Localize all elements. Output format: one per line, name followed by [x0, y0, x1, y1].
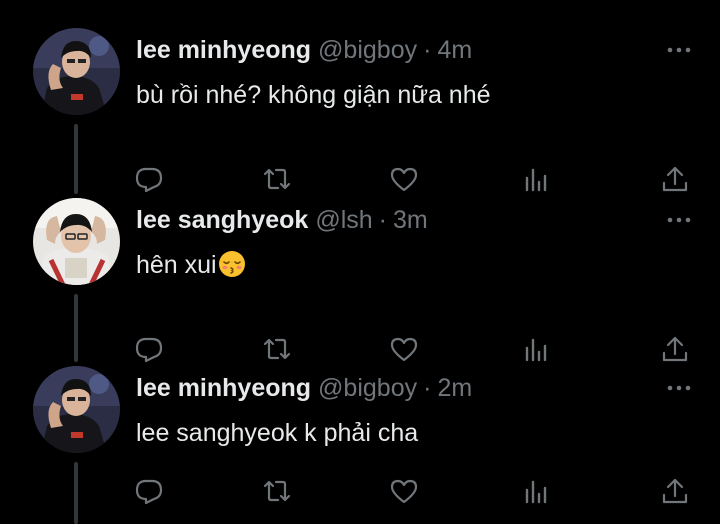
tweet-header: lee minhyeong @bigboy · 4m	[136, 34, 472, 66]
kissing-face-emoji-icon	[218, 250, 246, 278]
avatar[interactable]	[33, 28, 120, 115]
tweet-text: bù rồi nhé? không giận nữa nhé	[136, 78, 491, 112]
tweet-body: bù rồi nhé? không giận nữa nhé	[136, 81, 491, 109]
tweet-header: lee minhyeong @bigboy · 2m	[136, 372, 472, 404]
more-icon[interactable]	[664, 378, 694, 398]
retweet-icon[interactable]	[262, 334, 292, 364]
reply-icon[interactable]	[134, 476, 164, 506]
user-handle[interactable]: @bigboy	[318, 374, 417, 402]
tweet[interactable]: lee minhyeong @bigboy · 4m bù rồi nhé? khôn…	[0, 28, 720, 198]
tweet-text: hên xui	[136, 248, 246, 282]
heart-icon[interactable]	[389, 476, 419, 506]
retweet-icon[interactable]	[262, 476, 292, 506]
reply-icon[interactable]	[134, 334, 164, 364]
tweet-body: hên xui	[136, 251, 217, 279]
more-icon[interactable]	[664, 210, 694, 230]
heart-icon[interactable]	[389, 334, 419, 364]
display-name[interactable]: lee minhyeong	[136, 36, 311, 64]
separator-dot: ·	[423, 36, 432, 64]
tweet-body: lee sanghyeok k phải cha	[136, 419, 419, 447]
tweet[interactable]: lee sanghyeok @lsh · 3m hên xui	[0, 180, 720, 368]
thread-connector-line	[74, 180, 78, 194]
thread-connector-line	[74, 350, 78, 362]
views-icon[interactable]	[522, 164, 552, 194]
display-name[interactable]: lee minhyeong	[136, 374, 311, 402]
display-name[interactable]: lee sanghyeok	[136, 206, 308, 234]
views-icon[interactable]	[522, 476, 552, 506]
timestamp[interactable]: 4m	[437, 36, 472, 64]
reply-icon[interactable]	[134, 164, 164, 194]
avatar[interactable]	[33, 198, 120, 285]
thread-connector-line	[74, 462, 78, 524]
share-icon[interactable]	[660, 476, 690, 506]
separator-dot: ·	[378, 206, 387, 234]
timestamp[interactable]: 3m	[393, 206, 428, 234]
timestamp[interactable]: 2m	[437, 374, 472, 402]
share-icon[interactable]	[660, 164, 690, 194]
user-handle[interactable]: @lsh	[315, 206, 372, 234]
separator-dot: ·	[423, 374, 432, 402]
more-icon[interactable]	[664, 40, 694, 60]
retweet-icon[interactable]	[262, 164, 292, 194]
avatar[interactable]	[33, 366, 120, 453]
share-icon[interactable]	[660, 334, 690, 364]
heart-icon[interactable]	[389, 164, 419, 194]
tweet-text: lee sanghyeok k phải cha	[136, 416, 418, 450]
thread-timeline: lee minhyeong @bigboy · 4m bù rồi nhé? khôn…	[0, 0, 720, 524]
views-icon[interactable]	[522, 334, 552, 364]
tweet[interactable]: lee minhyeong @bigboy · 2m lee sanghyeok k …	[0, 350, 720, 524]
user-handle[interactable]: @bigboy	[318, 36, 417, 64]
tweet-header: lee sanghyeok @lsh · 3m	[136, 204, 428, 236]
